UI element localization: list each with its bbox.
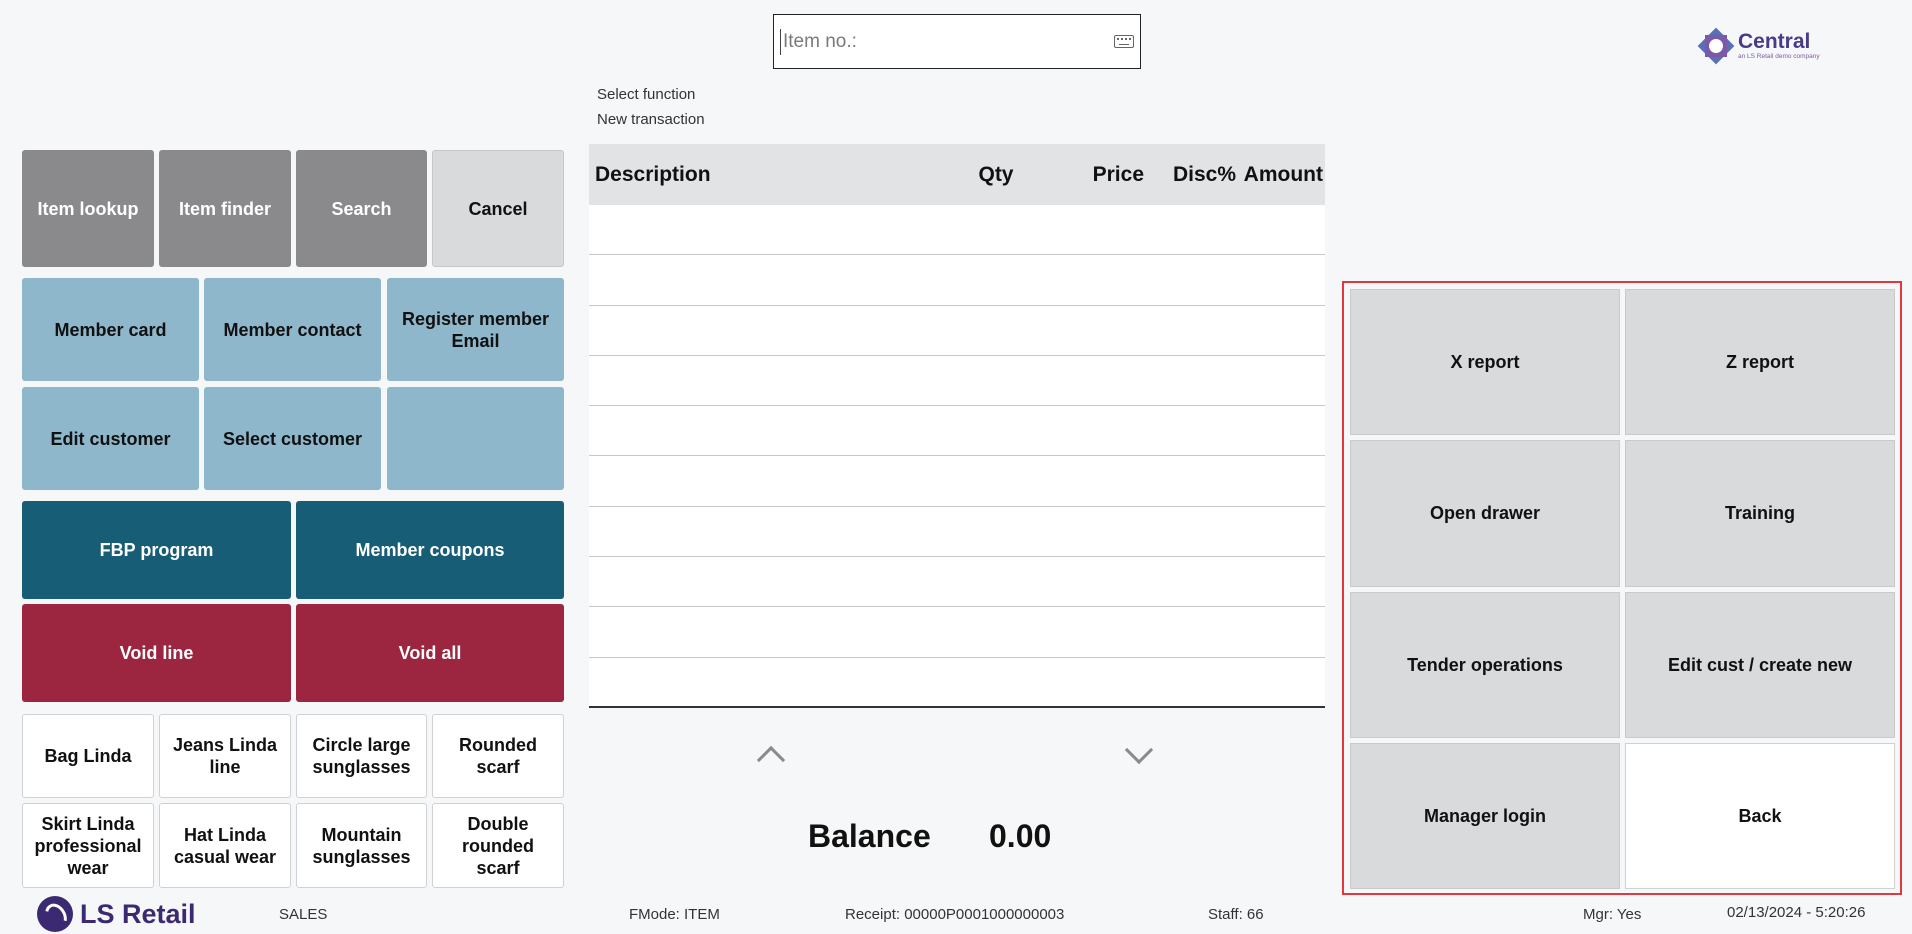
- ls-retail-logo-text: LS Retail: [80, 898, 196, 929]
- item-button-hat-linda[interactable]: Hat Linda casual wear: [159, 803, 291, 888]
- ls-retail-logo: LS Retail: [37, 896, 196, 932]
- column-price: Price: [1092, 162, 1144, 186]
- info-new-transaction: New transaction: [597, 111, 705, 128]
- x-report-button[interactable]: X report: [1350, 289, 1620, 435]
- column-qty: Qty: [978, 162, 1014, 186]
- search-button[interactable]: Search: [296, 150, 427, 267]
- central-logo-mark: [1697, 27, 1735, 65]
- scroll-down-chevron-icon[interactable]: [1124, 735, 1154, 765]
- balance-value: 0.00: [989, 818, 1052, 854]
- scroll-up-chevron-icon[interactable]: [756, 745, 786, 775]
- open-drawer-button[interactable]: Open drawer: [1350, 440, 1620, 587]
- status-receipt: Receipt: 00000P0001000000003: [845, 906, 1065, 923]
- table-row[interactable]: [589, 205, 1325, 256]
- table-row[interactable]: [589, 607, 1325, 658]
- status-fmode: FMode: ITEM: [629, 906, 720, 923]
- fbp-program-button[interactable]: FBP program: [22, 501, 291, 599]
- item-button-double-rounded-scarf[interactable]: Double rounded scarf: [432, 803, 564, 888]
- item-button-circle-large-sunglasses[interactable]: Circle large sunglasses: [296, 714, 427, 798]
- member-contact-button[interactable]: Member contact: [204, 278, 381, 381]
- column-amount: Amount: [1243, 162, 1323, 186]
- table-row[interactable]: [589, 507, 1325, 558]
- z-report-button[interactable]: Z report: [1625, 289, 1895, 435]
- central-logo: Central an LS Retail demo company: [1697, 26, 1828, 66]
- member-card-button[interactable]: Member card: [22, 278, 199, 381]
- status-datetime: 02/13/2024 - 5:20:26: [1727, 904, 1866, 921]
- table-row[interactable]: [589, 306, 1325, 356]
- item-number-input-box[interactable]: [773, 14, 1141, 69]
- select-customer-button[interactable]: Select customer: [204, 387, 381, 490]
- balance-label: Balance: [808, 818, 931, 854]
- void-line-button[interactable]: Void line: [22, 604, 291, 702]
- training-button[interactable]: Training: [1625, 440, 1895, 587]
- edit-cust-create-new-button[interactable]: Edit cust / create new: [1625, 592, 1895, 738]
- table-row[interactable]: [589, 255, 1325, 306]
- table-row[interactable]: [589, 356, 1325, 407]
- item-number-input[interactable]: [780, 28, 1108, 55]
- status-staff: Staff: 66: [1208, 906, 1264, 923]
- empty-member-button[interactable]: [387, 387, 564, 490]
- item-button-jeans-linda-line[interactable]: Jeans Linda line: [159, 714, 291, 798]
- cancel-button[interactable]: Cancel: [432, 150, 564, 267]
- manager-login-button[interactable]: Manager login: [1350, 743, 1620, 889]
- void-all-button[interactable]: Void all: [296, 604, 564, 702]
- edit-customer-button[interactable]: Edit customer: [22, 387, 199, 490]
- table-row[interactable]: [589, 557, 1325, 608]
- keyboard-icon[interactable]: [1114, 35, 1134, 48]
- function-panel: X report Z report Open drawer Training T…: [1342, 281, 1902, 895]
- column-description: Description: [595, 162, 711, 186]
- item-finder-button[interactable]: Item finder: [159, 150, 291, 267]
- column-disc: Disc%: [1172, 162, 1236, 186]
- back-button[interactable]: Back: [1625, 743, 1895, 889]
- member-coupons-button[interactable]: Member coupons: [296, 501, 564, 599]
- item-button-bag-linda[interactable]: Bag Linda: [22, 714, 154, 798]
- table-row[interactable]: [589, 658, 1325, 708]
- status-mode: SALES: [279, 906, 328, 923]
- table-row[interactable]: [589, 406, 1325, 457]
- item-lookup-button[interactable]: Item lookup: [22, 150, 154, 267]
- info-select-function: Select function: [597, 86, 696, 103]
- transaction-table-header: Description Qty Price Disc% Amount: [589, 144, 1325, 205]
- register-member-email-button[interactable]: Register member Email: [387, 278, 564, 381]
- item-button-mountain-sunglasses[interactable]: Mountain sunglasses: [296, 803, 427, 888]
- central-logo-text: Central: [1738, 30, 1811, 53]
- tender-operations-button[interactable]: Tender operations: [1350, 592, 1620, 738]
- item-button-skirt-linda[interactable]: Skirt Linda professional wear: [22, 803, 154, 888]
- central-logo-subtext: an LS Retail demo company: [1738, 53, 1820, 60]
- status-manager: Mgr: Yes: [1583, 906, 1642, 923]
- ls-retail-logo-mark: [37, 896, 73, 932]
- item-button-rounded-scarf[interactable]: Rounded scarf: [432, 714, 564, 798]
- table-row[interactable]: [589, 456, 1325, 507]
- transaction-table[interactable]: Description Qty Price Disc% Amount: [589, 144, 1325, 708]
